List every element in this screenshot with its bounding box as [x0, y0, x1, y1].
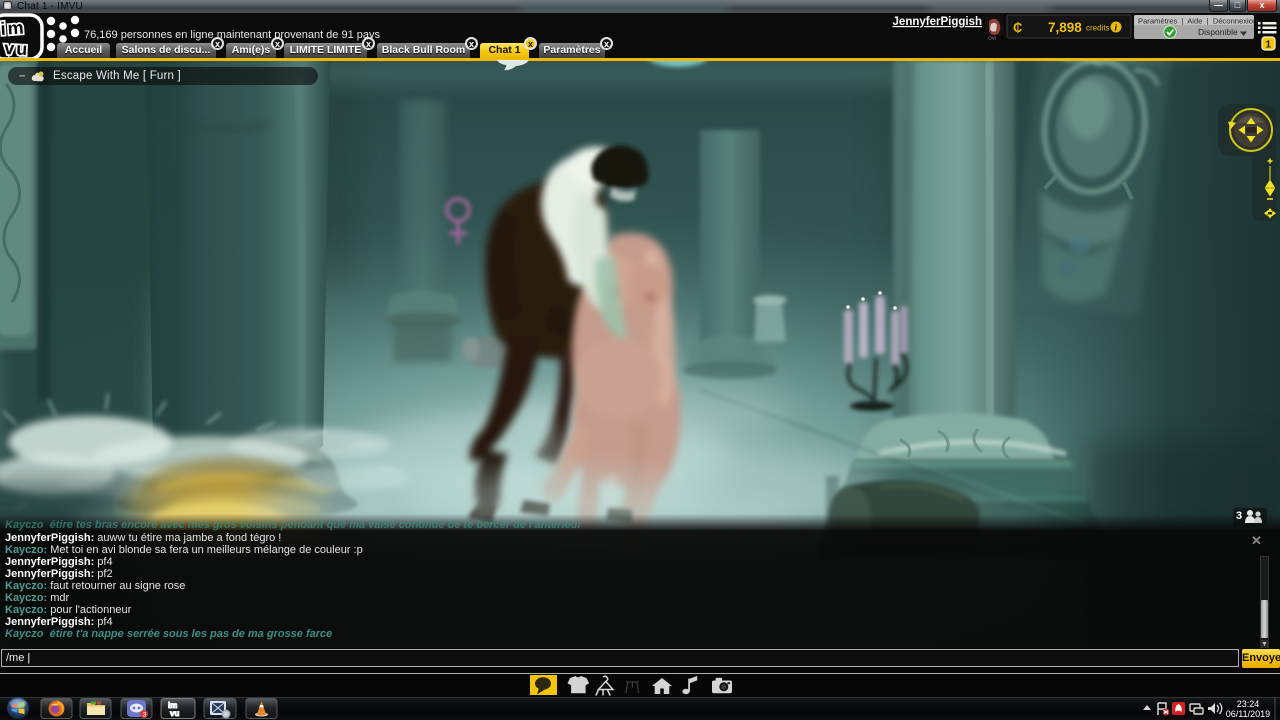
svg-text:3: 3: [143, 712, 147, 719]
svg-text:Disponible: Disponible: [1198, 27, 1238, 37]
svg-text:JennyferPiggish: JennyferPiggish: [893, 16, 982, 28]
svg-text:vu: vu: [170, 709, 179, 718]
svg-text:Paramètres | Aide | Déconn: Paramètres | Aide | Déconnexion: [1138, 17, 1257, 26]
svg-text:.OVI: .OVI: [987, 36, 996, 41]
svg-text:7,898: 7,898: [1048, 20, 1082, 35]
svg-text:76,169 personnes en ligne main: 76,169 personnes en ligne maintenant pro…: [84, 29, 380, 41]
svg-text:₵: ₵: [1013, 20, 1023, 35]
svg-text:im: im: [0, 17, 26, 39]
svg-text:credits: credits: [1086, 24, 1110, 33]
